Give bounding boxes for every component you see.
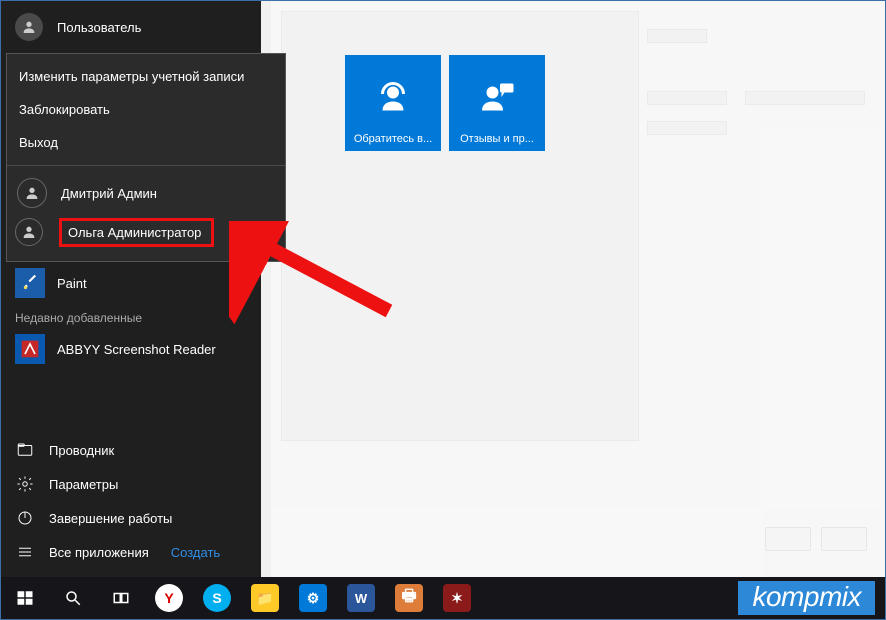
- taskbar-app1[interactable]: 🖶: [385, 577, 433, 619]
- start-tiles: Обратитесь в... Отзывы и пр...: [345, 55, 545, 151]
- hamburger-icon: [15, 542, 35, 562]
- taskbar-yandex[interactable]: Y: [145, 577, 193, 619]
- headset-person-icon: [375, 79, 411, 115]
- tile-label: Обратитесь в...: [354, 133, 432, 145]
- taskbar-settings[interactable]: ⚙: [289, 577, 337, 619]
- power-link[interactable]: Завершение работы: [1, 501, 261, 535]
- sys-label: Параметры: [49, 477, 118, 492]
- taskbar-explorer[interactable]: 📁: [241, 577, 289, 619]
- taskbar-app2[interactable]: ✶: [433, 577, 481, 619]
- start-button[interactable]: [1, 577, 49, 619]
- skype-icon: S: [203, 584, 231, 612]
- gear-icon: [15, 474, 35, 494]
- folder-icon: 📁: [251, 584, 279, 612]
- person-chat-icon: [479, 79, 515, 115]
- user-avatar-icon: [15, 13, 43, 41]
- recently-added-header: Недавно добавленные: [1, 301, 261, 331]
- chevron-right-icon: ❯: [238, 277, 247, 290]
- task-view-button[interactable]: [97, 577, 145, 619]
- gear-tile-icon: ⚙: [299, 584, 327, 612]
- settings-link[interactable]: Параметры: [1, 467, 261, 501]
- switch-user-dmitry[interactable]: Дмитрий Админ: [7, 172, 285, 214]
- taskbar-skype[interactable]: S: [193, 577, 241, 619]
- current-user-name: Пользователь: [57, 20, 141, 35]
- app-icon: ✶: [443, 584, 471, 612]
- printer-icon: 🖶: [395, 584, 423, 612]
- app-label: ABBYY Screenshot Reader: [57, 342, 216, 357]
- yandex-icon: Y: [155, 584, 183, 612]
- explorer-link[interactable]: Проводник: [1, 433, 261, 467]
- sys-label: Завершение работы: [49, 511, 172, 526]
- tile-label: Отзывы и пр...: [460, 133, 534, 145]
- sys-label: Все приложения: [49, 545, 149, 560]
- lock-account[interactable]: Заблокировать: [7, 93, 285, 126]
- tile-contact-support[interactable]: Обратитесь в...: [345, 55, 441, 151]
- start-bottom-section: Проводник Параметры Завершение работы Вс…: [1, 433, 261, 579]
- all-apps-link[interactable]: Все приложения Создать: [1, 535, 261, 569]
- paint-icon: [15, 268, 45, 298]
- current-user[interactable]: Пользователь: [1, 1, 261, 51]
- power-icon: [15, 508, 35, 528]
- switch-user-name: Дмитрий Админ: [61, 186, 157, 201]
- word-icon: W: [347, 584, 375, 612]
- task-view-icon: [112, 589, 130, 607]
- change-account-settings[interactable]: Изменить параметры учетной записи: [7, 60, 285, 93]
- create-link[interactable]: Создать: [171, 545, 220, 560]
- abbyy-icon: [15, 334, 45, 364]
- watermark: kompmix: [738, 581, 875, 615]
- taskbar-word[interactable]: W: [337, 577, 385, 619]
- app-abbyy[interactable]: ABBYY Screenshot Reader: [1, 331, 261, 367]
- switch-user-name: Ольга Администратор: [68, 225, 201, 240]
- separator: [7, 165, 285, 166]
- search-icon: [64, 589, 82, 607]
- windows-icon: [16, 589, 34, 607]
- app-paint[interactable]: Paint ❯: [1, 265, 261, 301]
- user-avatar-icon: [17, 178, 47, 208]
- sys-label: Проводник: [49, 443, 114, 458]
- sign-out[interactable]: Выход: [7, 126, 285, 159]
- tile-feedback[interactable]: Отзывы и пр...: [449, 55, 545, 151]
- explorer-icon: [15, 440, 35, 460]
- user-avatar-icon: [15, 218, 43, 246]
- user-account-flyout: Изменить параметры учетной записи Заблок…: [6, 53, 286, 262]
- switch-user-olga-highlighted[interactable]: Ольга Администратор: [59, 218, 214, 247]
- app-label: Paint: [57, 276, 87, 291]
- search-button[interactable]: [49, 577, 97, 619]
